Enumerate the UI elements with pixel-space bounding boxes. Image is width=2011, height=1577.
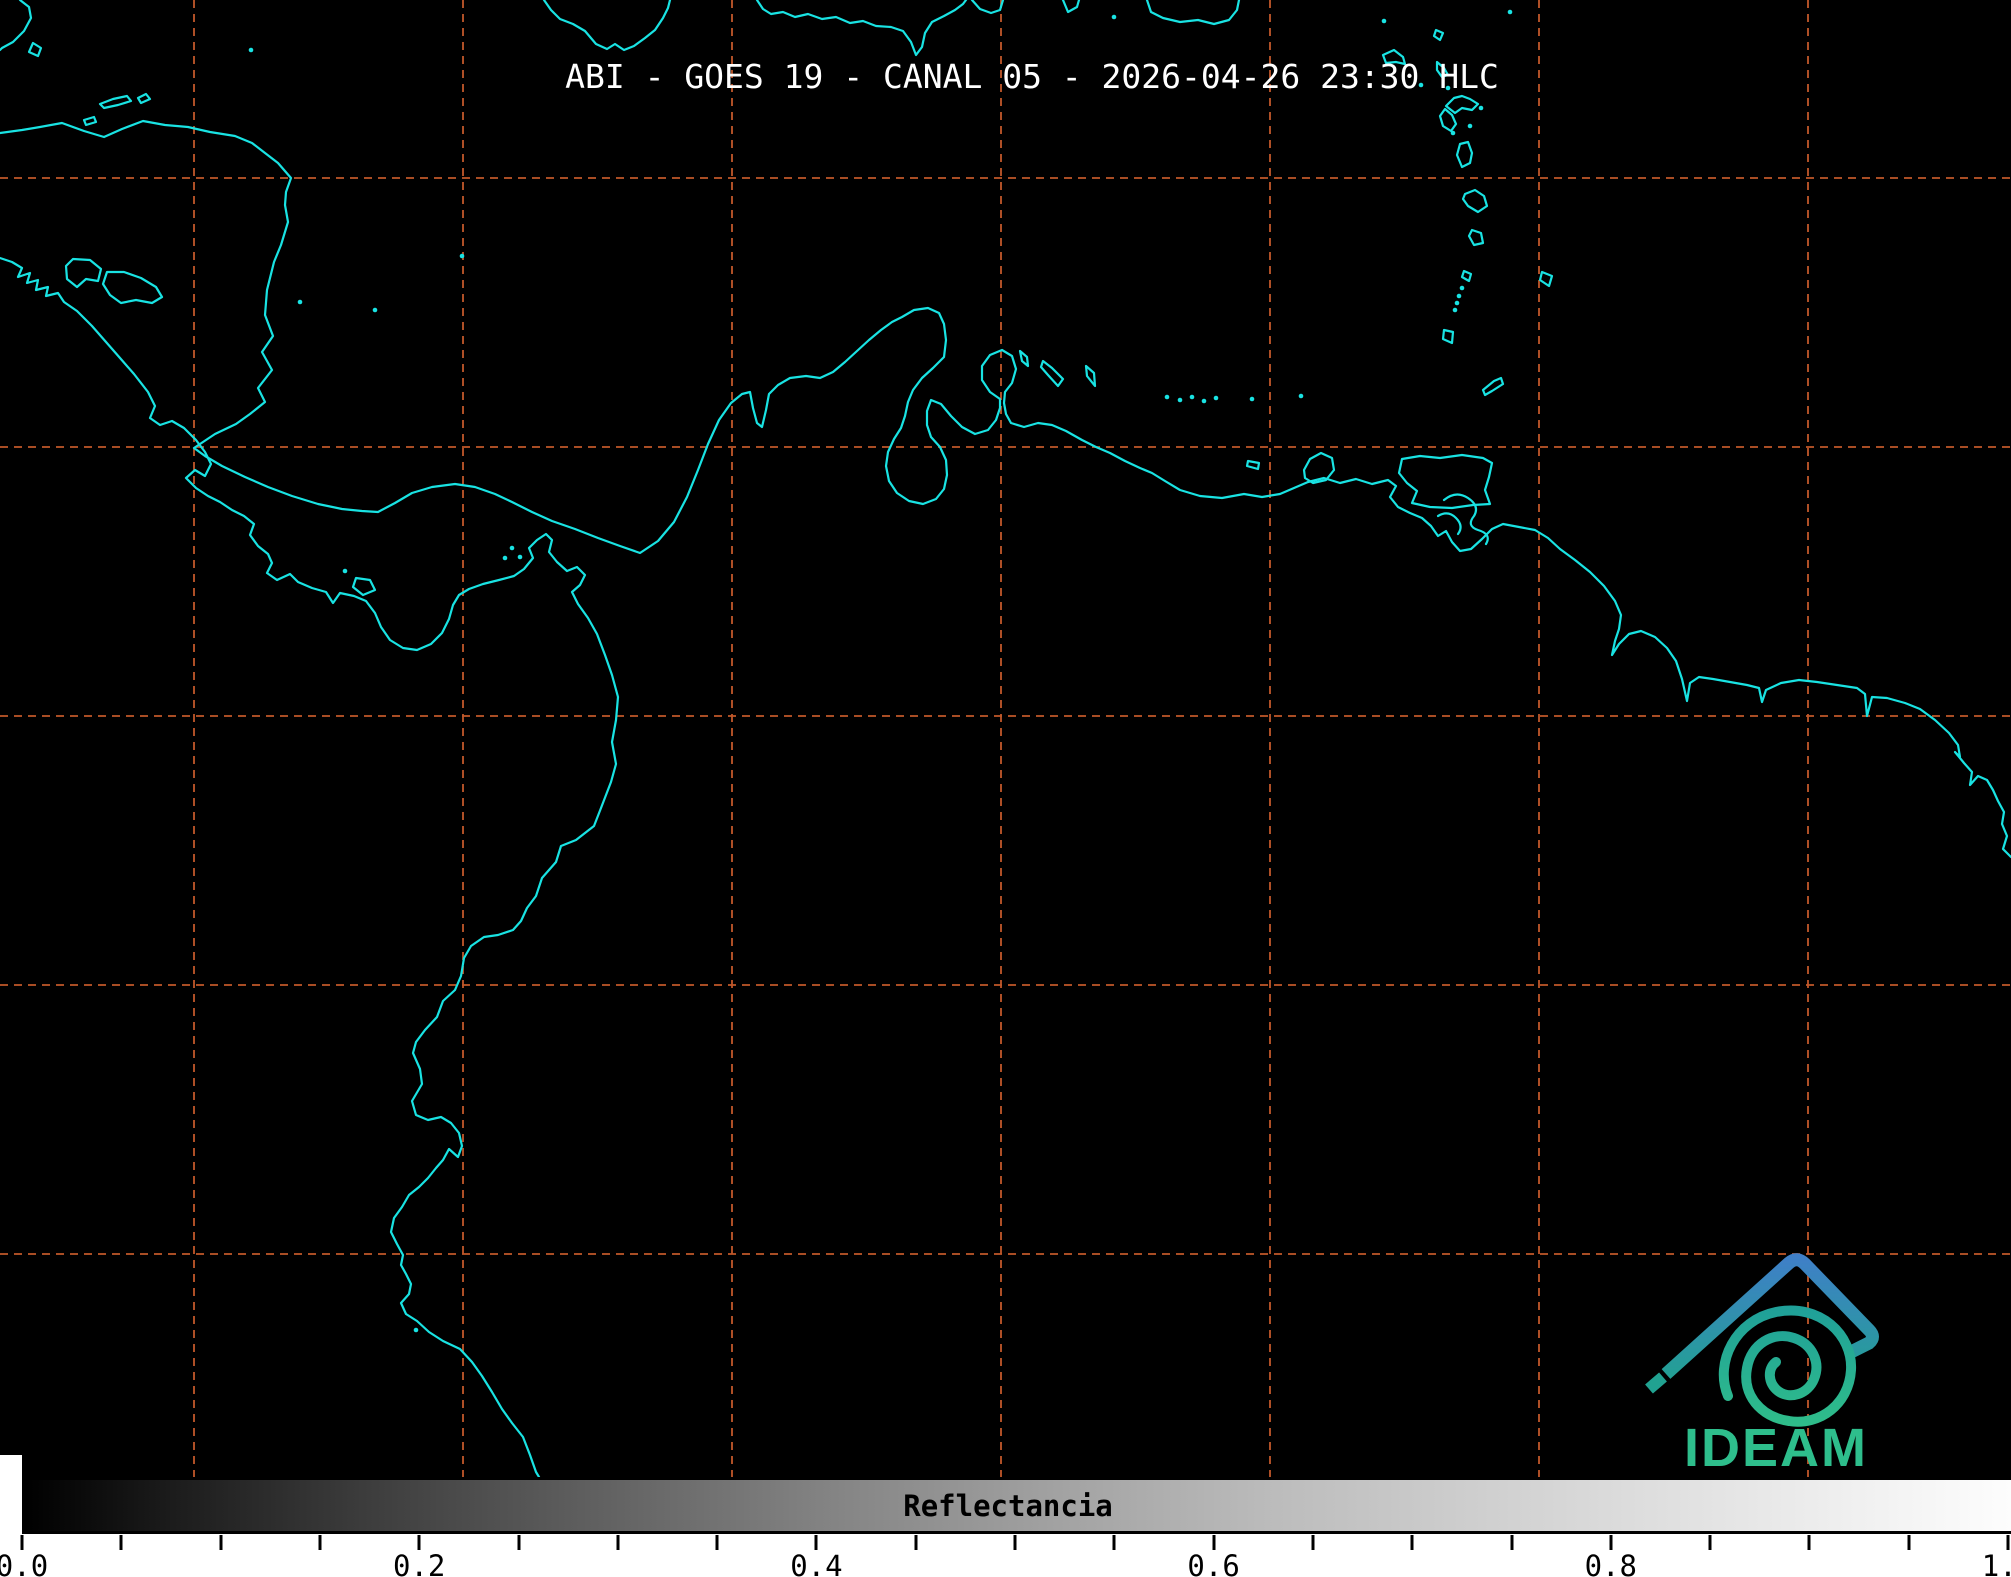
coastline-roatan <box>100 96 131 108</box>
map-area: ABI - GOES 19 - CANAL 05 - 2026-04-26 23… <box>0 0 2011 1477</box>
coastline-la-tortuga <box>1247 461 1259 469</box>
small-island <box>1250 397 1255 402</box>
small-island <box>503 556 508 561</box>
small-island <box>249 48 254 53</box>
coastline-orinoco-delta-channels-2 <box>1438 513 1461 534</box>
small-island <box>414 1328 419 1333</box>
small-island <box>373 308 378 313</box>
coastline-lake-nicaragua <box>103 272 162 303</box>
small-island <box>1479 106 1484 111</box>
coastline-lake-izabal <box>29 43 41 56</box>
map-title: ABI - GOES 19 - CANAL 05 - 2026-04-26 23… <box>565 57 1499 97</box>
small-island <box>1451 131 1456 136</box>
colorbar-tick-label: 1.0 <box>1982 1549 2011 1577</box>
small-island <box>1453 308 1458 313</box>
colorbar-label: Reflectancia <box>903 1489 1113 1523</box>
small-island <box>298 300 303 305</box>
coastline-tobago <box>1483 378 1503 395</box>
figure-margin-notch <box>0 1455 22 1477</box>
coastline-martinique <box>1463 190 1487 212</box>
colorbar: Reflectancia 0.0 0.2 0.4 0.6 0.8 1.0 <box>0 1477 2011 1577</box>
satellite-image-product: ABI - GOES 19 - CANAL 05 - 2026-04-26 23… <box>0 0 2011 1577</box>
colorbar-tick <box>1311 1535 1314 1550</box>
colorbar-tick <box>1212 1535 1215 1550</box>
small-island <box>510 546 515 551</box>
coastline-puerto-rico-south <box>1147 0 1239 24</box>
colorbar-tick-label: 0.0 <box>0 1549 48 1577</box>
colorbar-tick <box>517 1535 520 1550</box>
colorbar-tick <box>2007 1535 2010 1550</box>
colorbar-tick <box>21 1535 24 1550</box>
small-island <box>1508 10 1513 15</box>
coastline-orinoco-delta-channels-1 <box>1444 494 1488 544</box>
colorbar-tick <box>1808 1535 1811 1550</box>
colorbar-tick <box>1510 1535 1513 1550</box>
small-island <box>1457 294 1462 299</box>
colorbar-tick-label: 0.6 <box>1187 1549 1239 1577</box>
coastline-hispaniola-southwest <box>757 0 966 55</box>
colorbar-tick <box>120 1535 123 1550</box>
small-island <box>460 254 465 259</box>
logo-hurricane-spiral-icon <box>1724 1310 1851 1421</box>
colorbar-tick <box>914 1535 917 1550</box>
small-island <box>1112 15 1117 20</box>
coastline-caribbean-mainland-honduras-to-guyana <box>0 121 2011 857</box>
colorbar-tick-label: 0.2 <box>393 1549 445 1577</box>
colorbar-gradient-bar: Reflectancia <box>22 1477 2011 1534</box>
colorbar-tick <box>1907 1535 1910 1550</box>
colorbar-tick <box>716 1535 719 1550</box>
colorbar-tick <box>219 1535 222 1550</box>
coastline-barbados <box>1540 272 1552 286</box>
coastline-hispaniola-southeast <box>972 0 1003 13</box>
coastline-curacao <box>1041 361 1063 386</box>
coastline-aruba <box>1020 351 1028 366</box>
coastline-saba <box>1434 30 1443 40</box>
colorbar-tick <box>1709 1535 1712 1550</box>
small-island <box>1165 395 1170 400</box>
ideam-logo: IDEAM <box>1630 1235 1910 1485</box>
small-island <box>518 555 523 560</box>
coastline-bonaire <box>1086 366 1095 386</box>
coastline-lake-managua <box>66 259 101 287</box>
coastline-dominica <box>1457 142 1472 167</box>
small-island <box>1190 395 1195 400</box>
coastline-pacific-mainland-elsalvador-to-ecuador <box>0 258 618 1477</box>
coastline-guadeloupe-grande-terre <box>1446 96 1478 113</box>
small-island <box>1299 394 1304 399</box>
coastline-coiba <box>353 578 375 595</box>
small-island <box>1468 124 1473 129</box>
small-island <box>1214 396 1219 401</box>
colorbar-tick <box>1014 1535 1017 1550</box>
small-island <box>343 569 348 574</box>
colorbar-tick <box>1411 1535 1414 1550</box>
small-island <box>1460 286 1465 291</box>
colorbar-tick <box>1113 1535 1116 1550</box>
small-island <box>1178 398 1183 403</box>
coastline-jamaica-south <box>544 0 670 50</box>
colorbar-tick <box>1609 1535 1612 1550</box>
colorbar-tick-label: 0.4 <box>790 1549 842 1577</box>
coastline-dr-east-tip <box>1063 0 1079 12</box>
small-island <box>1382 19 1387 24</box>
colorbar-tick <box>815 1535 818 1550</box>
colorbar-tick <box>318 1535 321 1550</box>
colorbar-tick <box>616 1535 619 1550</box>
coastline-guatemala-caribbean-corner <box>0 0 31 50</box>
colorbar-tick <box>418 1535 421 1550</box>
small-island <box>1202 399 1207 404</box>
colorbar-tick-label: 0.8 <box>1585 1549 1637 1577</box>
logo-mountain-foot-icon <box>1649 1377 1663 1389</box>
logo-text: IDEAM <box>1684 1418 1868 1478</box>
coastline-guanaja <box>138 94 150 103</box>
coastline-st-vincent <box>1462 271 1471 281</box>
coastline-st-lucia <box>1469 230 1483 245</box>
small-island <box>1455 301 1460 306</box>
coastline-grenada <box>1443 330 1453 343</box>
coastline-utila <box>84 117 96 125</box>
